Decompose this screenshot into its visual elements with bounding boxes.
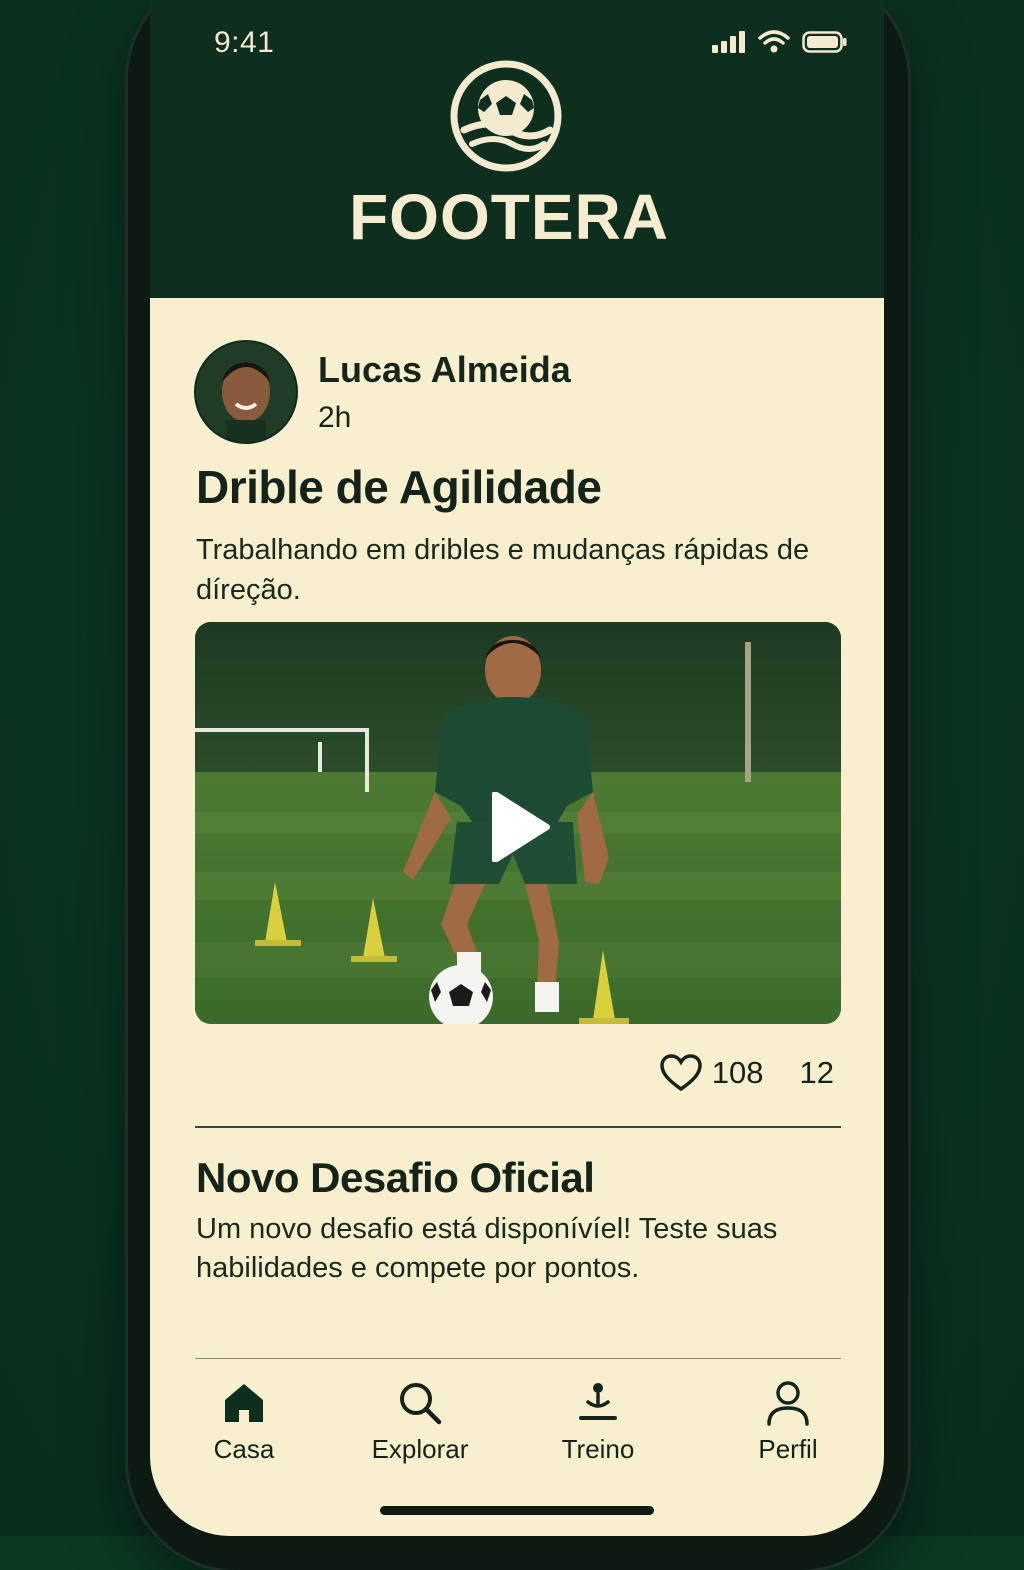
- tab-treino[interactable]: Treino: [528, 1380, 668, 1465]
- brand-title: FOOTERA: [150, 180, 868, 254]
- video-thumbnail[interactable]: [195, 622, 841, 1024]
- tab-perfil[interactable]: Perfil: [718, 1380, 858, 1465]
- divider: [195, 1126, 841, 1128]
- tabbar-divider: [195, 1358, 841, 1359]
- avatar[interactable]: [194, 340, 298, 444]
- challenge-description: Um novo desafio está disponívíel! Teste …: [196, 1210, 856, 1288]
- tab-label-casa: Casa: [214, 1434, 275, 1464]
- bottom-tab-bar: Casa Explorar Treino Perfil: [150, 1372, 884, 1482]
- play-icon[interactable]: [485, 792, 555, 862]
- comment-count: 12: [800, 1055, 834, 1091]
- heart-icon[interactable]: [660, 1054, 702, 1092]
- signal-icon: [712, 31, 746, 53]
- tab-casa[interactable]: Casa: [174, 1380, 314, 1465]
- soccer-ball-logo-icon: [450, 60, 562, 172]
- phone-screen: 9:41: [150, 0, 884, 1536]
- tab-label-perfil: Perfil: [758, 1434, 817, 1464]
- tab-label-treino: Treino: [562, 1434, 635, 1464]
- avatar-portrait: [196, 342, 296, 442]
- like-count: 108: [712, 1055, 764, 1091]
- author-name[interactable]: Lucas Almeida: [318, 349, 571, 391]
- post-author[interactable]: Lucas Almeida 2h: [194, 340, 571, 444]
- search-icon: [397, 1380, 443, 1426]
- post-description: Trabalhando em dribles e mudanças rápida…: [196, 530, 856, 610]
- training-icon: [575, 1380, 621, 1426]
- battery-icon: [802, 31, 848, 53]
- home-indicator[interactable]: [380, 1506, 654, 1515]
- status-time: 9:41: [214, 26, 274, 60]
- challenge-title[interactable]: Novo Desafio Oficial: [196, 1154, 594, 1202]
- home-icon: [221, 1380, 267, 1426]
- post-title: Drible de Agilidade: [196, 460, 601, 514]
- tab-explorar[interactable]: Explorar: [350, 1380, 490, 1465]
- post-time: 2h: [318, 401, 571, 435]
- post-stats: 108 12: [660, 1054, 834, 1092]
- app-header: 9:41: [150, 0, 884, 298]
- wifi-icon: [758, 30, 790, 54]
- profile-icon: [765, 1380, 811, 1426]
- status-icons: [712, 30, 848, 54]
- tab-label-explorar: Explorar: [372, 1434, 469, 1464]
